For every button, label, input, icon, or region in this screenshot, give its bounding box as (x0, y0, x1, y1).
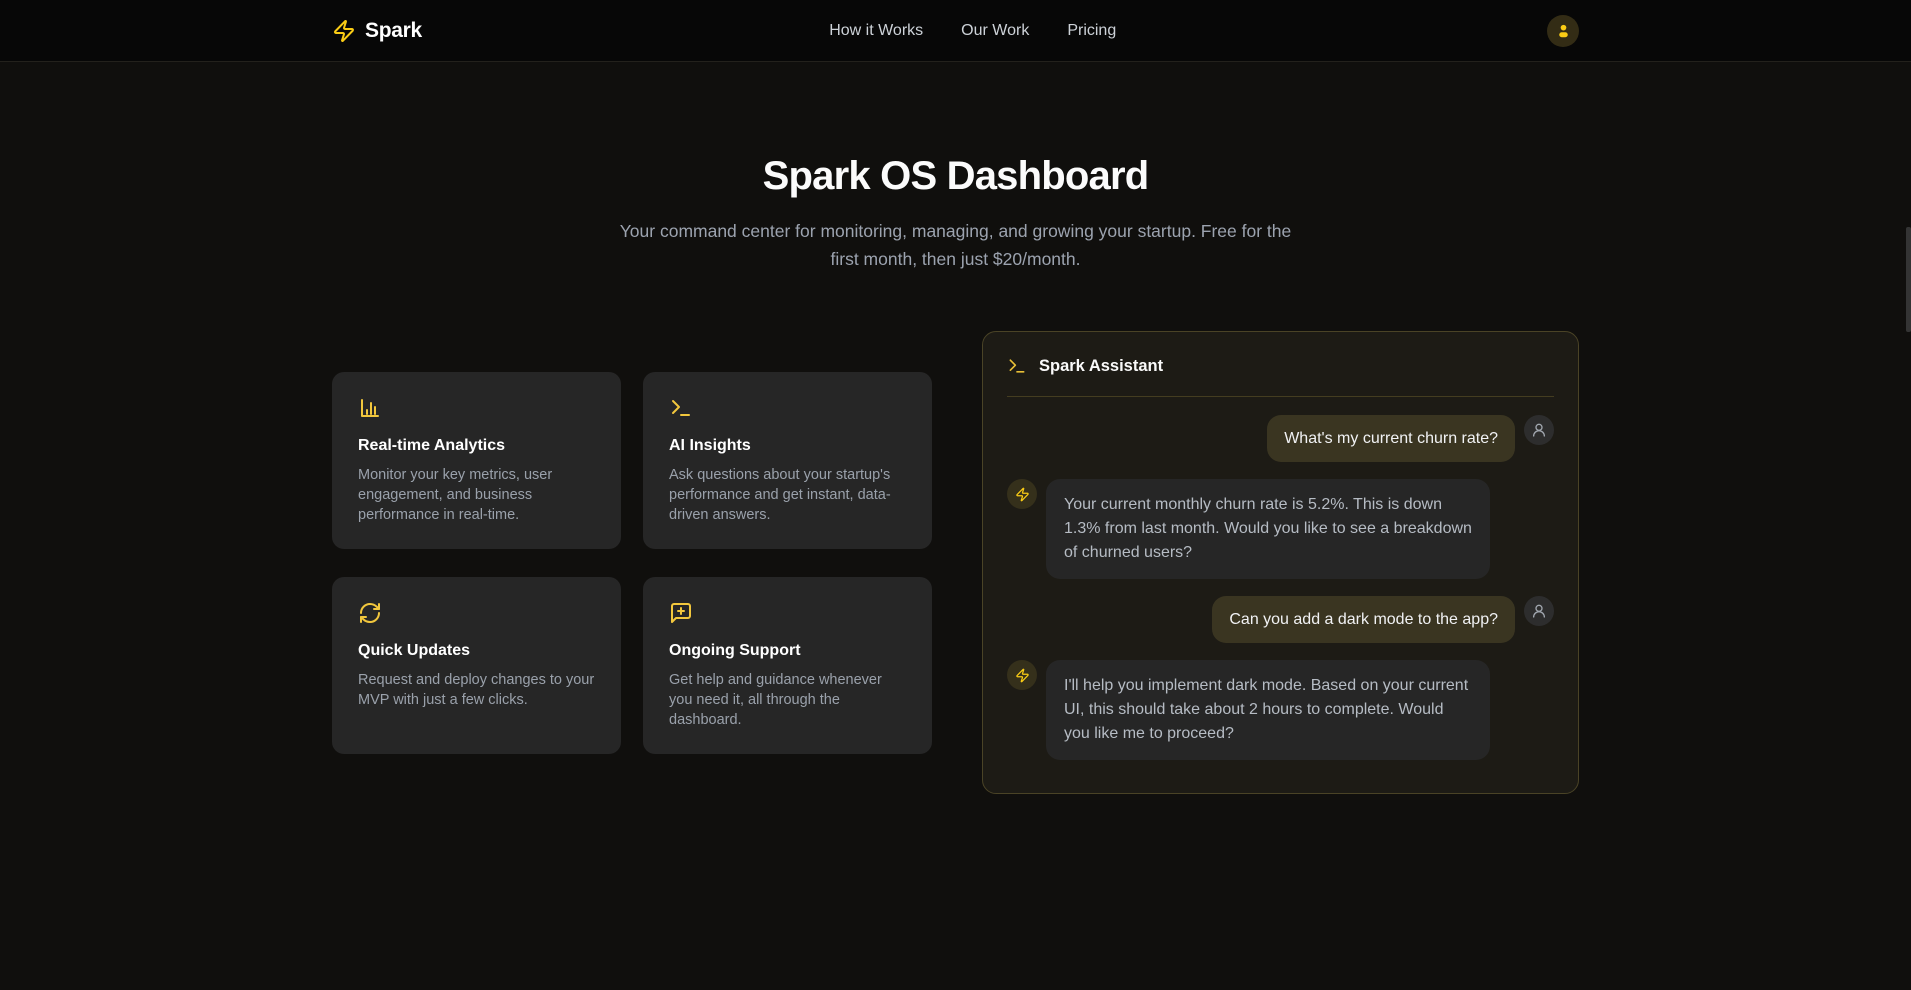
user-icon (1531, 603, 1547, 619)
feature-card-ongoing-support: Ongoing Support Get help and guidance wh… (643, 577, 932, 754)
account-avatar-button[interactable] (1547, 15, 1579, 47)
nav-link-our-work[interactable]: Our Work (961, 22, 1029, 40)
assistant-avatar (1007, 660, 1037, 690)
user-filled-icon (1555, 22, 1572, 39)
assistant-panel-title: Spark Assistant (1039, 357, 1163, 376)
user-message-bubble: Can you add a dark mode to the app? (1212, 596, 1515, 643)
user-avatar (1524, 596, 1554, 626)
feature-card-ai-insights: AI Insights Ask questions about your sta… (643, 372, 932, 549)
feature-description: Get help and guidance whenever you need … (669, 670, 906, 730)
zap-icon (332, 19, 356, 43)
refresh-icon (358, 601, 595, 625)
chat-message-assistant: I'll help you implement dark mode. Based… (1007, 660, 1554, 760)
chat-message-user: What's my current churn rate? (1007, 415, 1554, 462)
terminal-icon (1007, 356, 1027, 376)
feature-grid: Real-time Analytics Monitor your key met… (332, 372, 932, 754)
nav-links: How it Works Our Work Pricing (829, 22, 1116, 40)
chat-messages: What's my current churn rate? Your curre… (1007, 397, 1554, 760)
bar-chart-icon (358, 396, 595, 420)
page-scrollbar-thumb[interactable] (1906, 227, 1911, 332)
feature-title: AI Insights (669, 437, 906, 455)
page-title: Spark OS Dashboard (0, 154, 1911, 199)
feature-title: Quick Updates (358, 642, 595, 660)
feature-title: Real-time Analytics (358, 437, 595, 455)
user-icon (1531, 422, 1547, 438)
nav-link-how-it-works[interactable]: How it Works (829, 22, 923, 40)
spark-assistant-panel: Spark Assistant What's my current churn … (982, 331, 1579, 794)
feature-title: Ongoing Support (669, 642, 906, 660)
feature-description: Monitor your key metrics, user engagemen… (358, 465, 595, 525)
feature-description: Ask questions about your startup's perfo… (669, 465, 906, 525)
message-square-plus-icon (669, 601, 906, 625)
user-message-bubble: What's my current churn rate? (1267, 415, 1515, 462)
feature-description: Request and deploy changes to your MVP w… (358, 670, 595, 710)
assistant-message-bubble: I'll help you implement dark mode. Based… (1046, 660, 1490, 760)
terminal-icon (669, 396, 906, 420)
hero-section: Spark OS Dashboard Your command center f… (0, 62, 1911, 273)
user-avatar (1524, 415, 1554, 445)
feature-card-quick-updates: Quick Updates Request and deploy changes… (332, 577, 621, 754)
feature-card-realtime-analytics: Real-time Analytics Monitor your key met… (332, 372, 621, 549)
top-nav: Spark How it Works Our Work Pricing (0, 0, 1911, 62)
chat-message-assistant: Your current monthly churn rate is 5.2%.… (1007, 479, 1554, 579)
assistant-message-bubble: Your current monthly churn rate is 5.2%.… (1046, 479, 1490, 579)
chat-message-user: Can you add a dark mode to the app? (1007, 596, 1554, 643)
assistant-panel-header: Spark Assistant (1007, 356, 1554, 397)
nav-link-pricing[interactable]: Pricing (1067, 22, 1116, 40)
page-subtitle: Your command center for monitoring, mana… (611, 217, 1301, 273)
zap-icon (1015, 487, 1030, 502)
assistant-avatar (1007, 479, 1037, 509)
brand-logo[interactable]: Spark (332, 19, 422, 43)
zap-icon (1015, 668, 1030, 683)
brand-name: Spark (365, 19, 422, 43)
